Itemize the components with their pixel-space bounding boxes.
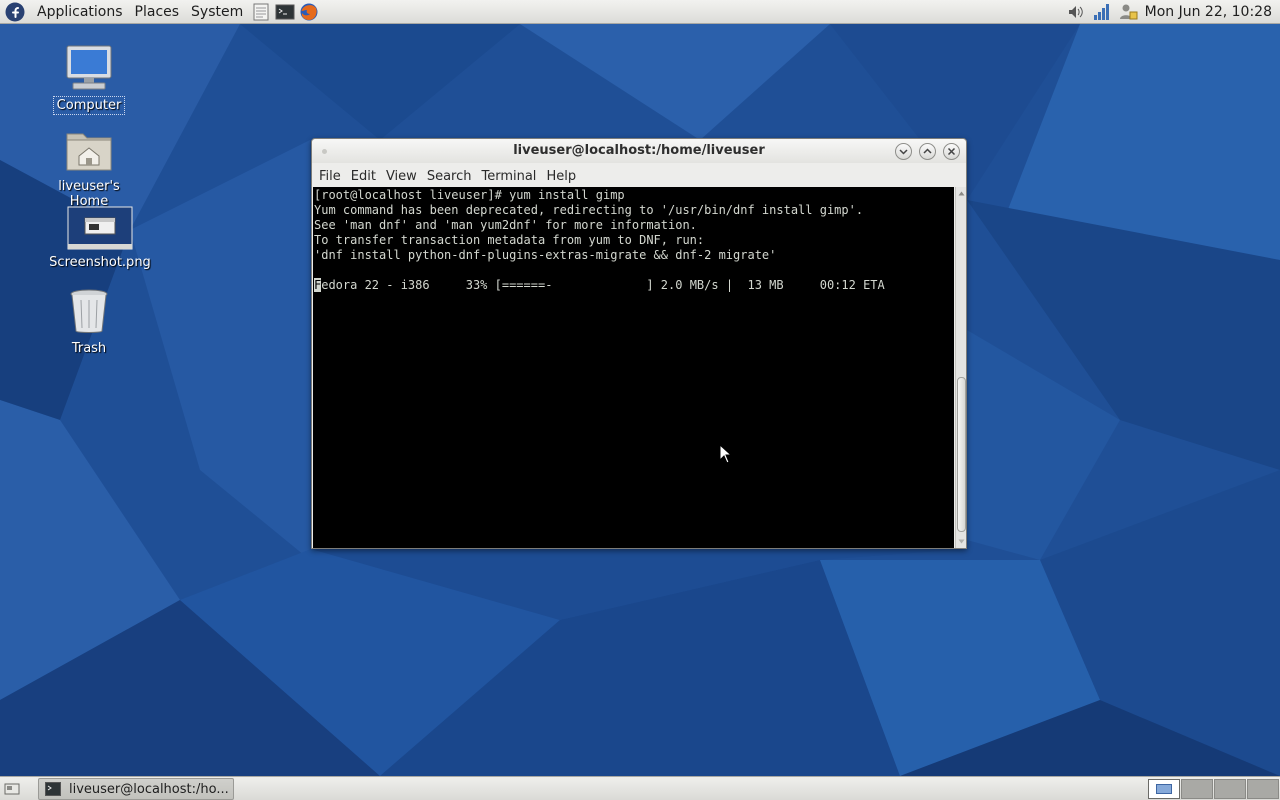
terminal-window: liveuser@localhost:/home/liveuser File E… — [311, 138, 967, 549]
desktop-icon-label: Computer — [52, 96, 126, 115]
terminal-screen[interactable]: [root@localhost liveuser]# yum install g… — [313, 187, 954, 548]
system-menu[interactable]: System — [185, 0, 249, 24]
terminal-icon[interactable] — [275, 2, 295, 22]
terminal-scrollbar[interactable] — [955, 187, 966, 548]
minimize-button[interactable] — [895, 143, 912, 160]
menu-help[interactable]: Help — [541, 169, 581, 184]
mouse-pointer-icon — [719, 444, 733, 464]
terminal-line: To transfer transaction metadata from yu… — [314, 233, 705, 247]
computer-icon — [66, 45, 112, 90]
desktop-icon-trash[interactable]: Trash — [34, 288, 144, 357]
close-button[interactable] — [943, 143, 960, 160]
menu-search[interactable]: Search — [422, 169, 477, 184]
firefox-icon[interactable] — [299, 2, 319, 22]
system-tray: Mon Jun 22, 10:28 — [1063, 0, 1280, 24]
workspace-3[interactable] — [1214, 779, 1246, 799]
workspace-1[interactable] — [1148, 779, 1180, 799]
workspace-4[interactable] — [1247, 779, 1279, 799]
fedora-logo-icon[interactable] — [5, 2, 25, 22]
terminal-line: See 'man dnf' and 'man yum2dnf' for more… — [314, 218, 697, 232]
volume-icon[interactable] — [1066, 2, 1086, 22]
home-folder-icon — [66, 133, 112, 171]
maximize-button[interactable] — [919, 143, 936, 160]
taskbar-item-terminal[interactable]: liveuser@localhost:/ho... — [38, 778, 234, 800]
terminal-icon — [45, 782, 61, 796]
chevron-down-icon — [899, 149, 908, 155]
terminal-line: [root@localhost liveuser]# yum install g… — [314, 188, 625, 202]
scroll-down-icon[interactable] — [958, 538, 965, 545]
desktop-icon-label: Trash — [71, 341, 107, 356]
applications-menu[interactable]: Applications — [31, 0, 129, 24]
desktop-icon-screenshot[interactable]: Screenshot.png — [45, 206, 155, 271]
terminal-progress-line: Fedora 22 - i386 33% [======- ] 2.0 MB/s… — [314, 278, 954, 293]
trash-icon — [70, 289, 108, 333]
desktop-icon-computer[interactable]: Computer — [34, 44, 144, 115]
taskbar-item-label: liveuser@localhost:/ho... — [69, 781, 229, 797]
terminal-line: 'dnf install python-dnf-plugins-extras-m… — [314, 248, 777, 262]
image-file-icon — [67, 206, 133, 250]
desktop-icon-home[interactable]: liveuser's Home — [34, 126, 144, 210]
text-editor-icon[interactable] — [251, 2, 271, 22]
terminal-menubar: File Edit View Search Terminal Help — [312, 165, 966, 187]
chevron-up-icon — [923, 148, 932, 154]
bottom-panel: liveuser@localhost:/ho... — [0, 776, 1280, 800]
window-titlebar[interactable]: liveuser@localhost:/home/liveuser — [312, 139, 966, 163]
workspace-switcher — [1147, 779, 1279, 799]
network-signal-icon[interactable] — [1092, 2, 1112, 22]
places-menu[interactable]: Places — [129, 0, 186, 24]
menu-file[interactable]: File — [314, 169, 346, 184]
close-icon — [947, 147, 956, 156]
menu-view[interactable]: View — [381, 169, 422, 184]
scrollbar-thumb[interactable] — [957, 377, 966, 532]
clock[interactable]: Mon Jun 22, 10:28 — [1141, 4, 1280, 20]
workspace-window-preview — [1156, 784, 1172, 794]
desktop-icon-label: Screenshot.png — [49, 255, 151, 270]
top-panel: Applications Places System Mon Jun 22, 1… — [0, 0, 1280, 24]
show-desktop-icon[interactable] — [4, 781, 20, 797]
window-title: liveuser@localhost:/home/liveuser — [513, 143, 765, 158]
menu-terminal[interactable]: Terminal — [476, 169, 541, 184]
terminal-line: Yum command has been deprecated, redirec… — [314, 203, 864, 217]
scroll-up-icon[interactable] — [958, 190, 965, 197]
progress-text: edora 22 - i386 33% [======- ] 2.0 MB/s … — [321, 278, 885, 292]
user-switch-icon[interactable] — [1118, 2, 1138, 22]
workspace-2[interactable] — [1181, 779, 1213, 799]
menu-edit[interactable]: Edit — [346, 169, 381, 184]
